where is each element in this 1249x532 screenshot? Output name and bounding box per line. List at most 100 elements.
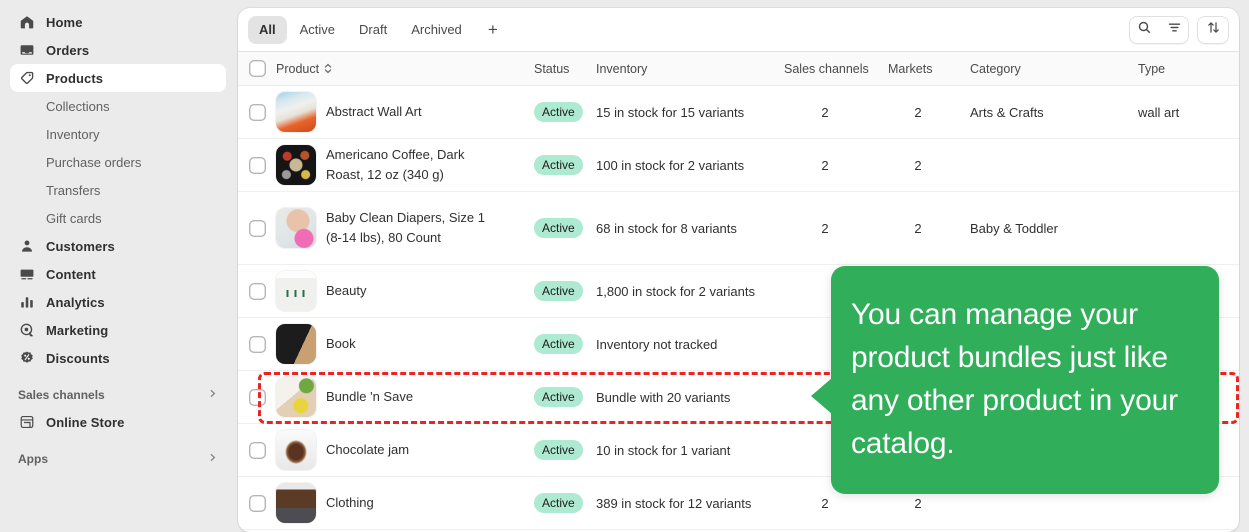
- sidebar-item-label: Products: [46, 70, 104, 86]
- table-row[interactable]: Abstract Wall Art Active 15 in stock for…: [238, 86, 1239, 139]
- sidebar-item-label: Discounts: [46, 350, 110, 366]
- row-checkbox[interactable]: [248, 494, 266, 512]
- sidebar-item-label: Home: [46, 14, 83, 30]
- status-badge: Active: [534, 493, 583, 513]
- select-all-cell: [238, 60, 276, 77]
- tab-all[interactable]: All: [248, 15, 287, 44]
- status-badge: Active: [534, 387, 583, 407]
- inventory-cell: Bundle with 20 variants: [596, 389, 731, 405]
- person-icon: [18, 237, 36, 255]
- sidebar-item-analytics[interactable]: Analytics: [10, 288, 226, 316]
- product-cell: Abstract Wall Art: [276, 92, 534, 132]
- sidebar-item-discounts[interactable]: Discounts: [10, 344, 226, 372]
- sidebar-section-sales-channels[interactable]: Sales channels: [10, 382, 226, 408]
- sidebar-item-marketing[interactable]: Marketing: [10, 316, 226, 344]
- column-header-category: Category: [970, 62, 1138, 76]
- row-select-cell: [238, 335, 276, 353]
- product-cell: Clothing: [276, 483, 534, 523]
- column-header-product[interactable]: Product: [276, 62, 534, 76]
- category-cell: Baby & Toddler: [970, 220, 1058, 236]
- sidebar-subitem-purchase-orders[interactable]: Purchase orders: [10, 148, 226, 176]
- table-row[interactable]: Americano Coffee, Dark Roast, 12 oz (340…: [238, 139, 1239, 192]
- product-cell: Chocolate jam: [276, 430, 534, 470]
- markets-cell: 2: [914, 220, 922, 236]
- sidebar-item-label: Online Store: [46, 414, 125, 430]
- row-select-cell: [238, 441, 276, 459]
- orders-icon: [18, 41, 36, 59]
- filter-button[interactable]: [1159, 16, 1189, 44]
- add-tab-button[interactable]: +: [479, 16, 507, 44]
- sidebar-subitem-label: Transfers: [46, 182, 101, 198]
- inventory-cell: 389 in stock for 12 variants: [596, 495, 752, 511]
- product-cell: Bundle 'n Save: [276, 377, 534, 417]
- markets-cell: 2: [914, 104, 922, 120]
- chevron-right-icon: [207, 452, 218, 466]
- inventory-cell: Inventory not tracked: [596, 336, 718, 352]
- product-name: Book: [326, 335, 356, 351]
- product-thumbnail: [276, 377, 316, 417]
- select-all-checkbox[interactable]: [248, 60, 266, 77]
- callout-bubble: You can manage your product bundles just…: [811, 266, 1219, 494]
- inventory-cell: 68 in stock for 8 variants: [596, 220, 737, 236]
- column-header-status: Status: [534, 62, 596, 76]
- status-cell: Active: [534, 155, 596, 175]
- sales-channels-cell: 2: [821, 220, 829, 236]
- tab-bar: All Active Draft Archived +: [238, 8, 1239, 52]
- row-checkbox[interactable]: [248, 441, 266, 459]
- row-select-cell: [238, 219, 276, 237]
- row-checkbox[interactable]: [248, 335, 266, 353]
- column-header-label: Status: [534, 61, 570, 76]
- column-header-label: Category: [970, 61, 1021, 76]
- row-select-cell: [238, 103, 276, 121]
- sidebar-item-customers[interactable]: Customers: [10, 232, 226, 260]
- tab-active[interactable]: Active: [289, 16, 346, 44]
- discount-badge-icon: [18, 349, 36, 367]
- inventory-cell: 1,800 in stock for 2 variants: [596, 283, 755, 299]
- sidebar-item-label: Analytics: [46, 294, 105, 310]
- sidebar-item-online-store[interactable]: Online Store: [10, 408, 226, 436]
- sort-arrows-icon: [1206, 20, 1221, 40]
- row-checkbox[interactable]: [248, 282, 266, 300]
- sidebar-subitem-inventory[interactable]: Inventory: [10, 120, 226, 148]
- sort-caret-icon: [323, 62, 333, 75]
- sidebar-item-home[interactable]: Home: [10, 8, 226, 36]
- row-checkbox[interactable]: [248, 103, 266, 121]
- row-checkbox[interactable]: [248, 388, 266, 406]
- callout-arrow: [811, 378, 832, 414]
- row-checkbox[interactable]: [248, 156, 266, 174]
- inventory-cell: 10 in stock for 1 variant: [596, 442, 731, 458]
- sidebar-item-products[interactable]: Products: [10, 64, 226, 92]
- status-cell: Active: [534, 493, 596, 513]
- marketing-target-icon: [18, 321, 36, 339]
- tab-archived[interactable]: Archived: [400, 16, 473, 44]
- sidebar: Home Orders Products Collections Invento…: [0, 0, 236, 532]
- sidebar-section-label: Sales channels: [18, 388, 105, 402]
- tag-icon: [18, 69, 36, 87]
- status-badge: Active: [534, 281, 583, 301]
- sidebar-subitem-collections[interactable]: Collections: [10, 92, 226, 120]
- column-header-label: Type: [1138, 61, 1166, 76]
- sidebar-item-orders[interactable]: Orders: [10, 36, 226, 64]
- column-header-sales-channels: Sales channels: [784, 62, 888, 76]
- column-header-markets: Markets: [888, 62, 970, 76]
- product-name: Baby Clean Diapers, Size 1 (8-14 lbs), 8…: [326, 209, 485, 245]
- row-select-cell: [238, 494, 276, 512]
- product-thumbnail: [276, 145, 316, 185]
- sidebar-section-apps[interactable]: Apps: [10, 446, 226, 472]
- sidebar-subitem-transfers[interactable]: Transfers: [10, 176, 226, 204]
- status-cell: Active: [534, 440, 596, 460]
- row-checkbox[interactable]: [248, 219, 266, 237]
- sidebar-subitem-gift-cards[interactable]: Gift cards: [10, 204, 226, 232]
- product-cell: Book: [276, 324, 534, 364]
- product-name: Chocolate jam: [326, 441, 410, 457]
- tab-draft[interactable]: Draft: [348, 16, 398, 44]
- status-badge: Active: [534, 102, 583, 122]
- table-header-row: Product Status Inventory Sales channels: [238, 52, 1239, 86]
- sidebar-section-label: Apps: [18, 452, 48, 466]
- row-select-cell: [238, 282, 276, 300]
- search-button[interactable]: [1129, 16, 1159, 44]
- sort-button[interactable]: [1197, 15, 1229, 44]
- sidebar-item-content[interactable]: Content: [10, 260, 226, 288]
- table-row[interactable]: Baby Clean Diapers, Size 1 (8-14 lbs), 8…: [238, 192, 1239, 265]
- sidebar-subitem-label: Gift cards: [46, 210, 102, 226]
